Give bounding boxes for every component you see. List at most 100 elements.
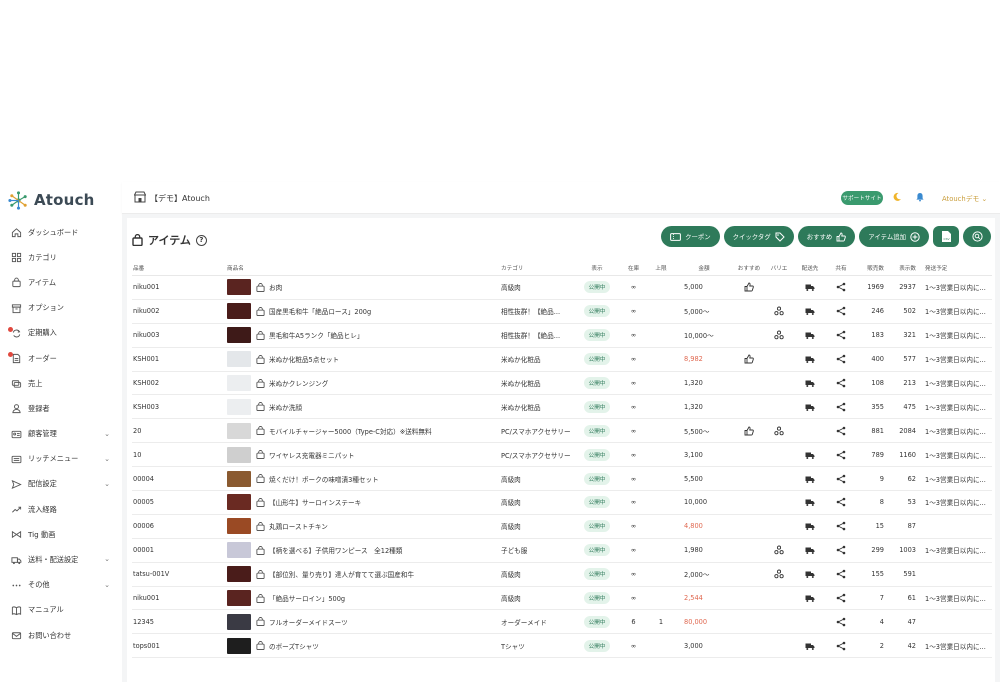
table-row[interactable]: 00001 【柄を選べる】子供用ワンピース 全12種類 子ども服 公開中 ∞ 1… bbox=[132, 539, 992, 563]
truck-icon[interactable] bbox=[805, 497, 815, 507]
header-max[interactable]: 上限 bbox=[648, 264, 674, 272]
item-thumbnail[interactable] bbox=[227, 470, 251, 487]
status-badge[interactable]: 公開中 bbox=[583, 281, 611, 294]
table-row[interactable]: KSH001 米ぬか化粧品5点セット 米ぬか化粧品 公開中 ∞ 8,982 40… bbox=[132, 348, 992, 372]
share-icon[interactable] bbox=[836, 593, 846, 603]
item-thumbnail[interactable] bbox=[227, 327, 251, 344]
status-badge[interactable]: 公開中 bbox=[583, 353, 611, 366]
truck-icon[interactable] bbox=[805, 306, 815, 316]
truck-icon[interactable] bbox=[805, 282, 815, 292]
table-row[interactable]: 12345 フルオーダーメイドスーツ オーダーメイド 公開中 6 1 80,00… bbox=[132, 610, 992, 635]
sidebar-item[interactable]: 登録者 bbox=[0, 396, 122, 421]
table-row[interactable]: 00005 【山形牛】サーロインステーキ 高級肉 公開中 ∞ 10,000 8 … bbox=[132, 491, 992, 515]
variation-icon[interactable] bbox=[774, 330, 784, 340]
help-icon[interactable]: ? bbox=[195, 234, 207, 246]
truck-icon[interactable] bbox=[805, 545, 815, 555]
coupon-button[interactable]: クーポン bbox=[661, 226, 720, 247]
item-name[interactable]: 焼くだけ！ポークの味噌漬3種セット bbox=[269, 474, 379, 484]
item-thumbnail[interactable] bbox=[227, 398, 251, 415]
sidebar-item[interactable]: お問い合わせ bbox=[0, 623, 122, 648]
add-item-button[interactable]: アイテム追加 bbox=[859, 226, 929, 247]
truck-icon[interactable] bbox=[805, 354, 815, 364]
header-shipping[interactable]: 配送先 bbox=[794, 264, 826, 272]
thumbs-up-icon[interactable] bbox=[744, 354, 754, 364]
sidebar-item[interactable]: アイテム bbox=[0, 270, 122, 295]
moon-icon[interactable] bbox=[892, 192, 902, 202]
variation-icon[interactable] bbox=[774, 426, 784, 436]
share-icon[interactable] bbox=[836, 569, 846, 579]
item-name[interactable]: お肉 bbox=[269, 282, 282, 292]
truck-icon[interactable] bbox=[805, 402, 815, 412]
header-recommend[interactable]: おすすめ bbox=[734, 264, 764, 272]
item-thumbnail[interactable] bbox=[227, 566, 251, 583]
share-icon[interactable] bbox=[836, 354, 846, 364]
status-badge[interactable]: 公開中 bbox=[583, 448, 611, 461]
table-row[interactable]: KSH002 米ぬかクレンジング 米ぬか化粧品 公開中 ∞ 1,320 108 … bbox=[132, 372, 992, 396]
share-icon[interactable] bbox=[836, 282, 846, 292]
share-icon[interactable] bbox=[836, 474, 846, 484]
variation-icon[interactable] bbox=[774, 545, 784, 555]
item-thumbnail[interactable] bbox=[227, 590, 251, 607]
header-code[interactable]: 品番 bbox=[132, 264, 227, 272]
item-thumbnail[interactable] bbox=[227, 494, 251, 511]
header-sold[interactable]: 販売数 bbox=[856, 264, 887, 272]
truck-icon[interactable] bbox=[805, 378, 815, 388]
table-row[interactable]: KSH003 米ぬか洗顔 米ぬか化粧品 公開中 ∞ 1,320 355 475 … bbox=[132, 395, 992, 420]
truck-icon[interactable] bbox=[805, 474, 815, 484]
truck-icon[interactable] bbox=[805, 569, 815, 579]
item-name[interactable]: 米ぬか化粧品5点セット bbox=[269, 354, 339, 364]
share-icon[interactable] bbox=[836, 497, 846, 507]
item-name[interactable]: フルオーダーメイドスーツ bbox=[269, 617, 348, 627]
item-name[interactable]: 国産黒毛和牛「絶品ロース」200g bbox=[269, 306, 371, 316]
item-name[interactable]: 【柄を選べる】子供用ワンピース 全12種類 bbox=[269, 545, 402, 555]
sidebar-item[interactable]: 配信設定 ⌄ bbox=[0, 472, 122, 497]
truck-icon[interactable] bbox=[805, 450, 815, 460]
variation-icon[interactable] bbox=[774, 306, 784, 316]
share-icon[interactable] bbox=[836, 450, 846, 460]
thumbs-up-icon[interactable] bbox=[744, 426, 754, 436]
status-badge[interactable]: 公開中 bbox=[583, 424, 611, 437]
share-icon[interactable] bbox=[836, 426, 846, 436]
item-name[interactable]: 米ぬかクレンジング bbox=[269, 378, 328, 388]
item-name[interactable]: のボーズTシャツ bbox=[269, 641, 319, 651]
sidebar-item[interactable]: リッチメニュー ⌄ bbox=[0, 447, 122, 472]
recommend-button[interactable]: おすすめ bbox=[797, 226, 856, 247]
user-menu[interactable]: Atouchデモ ⌄ bbox=[942, 193, 987, 203]
item-name[interactable]: モバイルチャージャー5000（Type-C対応）※送料無料 bbox=[269, 426, 432, 436]
status-badge[interactable]: 公開中 bbox=[583, 329, 611, 342]
share-icon[interactable] bbox=[836, 641, 846, 651]
item-thumbnail[interactable] bbox=[227, 518, 251, 535]
table-row[interactable]: tatsu-001V 【部位別、量り売り】達人が育てて選ぶ国産和牛 高級肉 公開… bbox=[132, 563, 992, 587]
item-thumbnail[interactable] bbox=[227, 351, 251, 368]
sidebar-item[interactable]: 送料・配送設定 ⌄ bbox=[0, 547, 122, 572]
header-category[interactable]: カテゴリ bbox=[501, 264, 575, 272]
item-name[interactable]: 米ぬか洗顔 bbox=[269, 402, 302, 412]
truck-icon[interactable] bbox=[805, 521, 815, 531]
item-thumbnail[interactable] bbox=[227, 446, 251, 463]
status-badge[interactable]: 公開中 bbox=[583, 472, 611, 485]
truck-icon[interactable] bbox=[805, 641, 815, 651]
status-badge[interactable]: 公開中 bbox=[583, 592, 611, 605]
table-row[interactable]: tops001 のボーズTシャツ Tシャツ 公開中 ∞ 3,000 2 42 1… bbox=[132, 634, 992, 659]
sidebar-item[interactable]: オーダー bbox=[0, 346, 122, 371]
item-name[interactable]: 黒毛和牛A5ランク「絶品ヒレ」 bbox=[269, 330, 363, 340]
table-row[interactable]: 00004 焼くだけ！ポークの味噌漬3種セット 高級肉 公開中 ∞ 5,500 … bbox=[132, 467, 992, 492]
table-row[interactable]: niku003 黒毛和牛A5ランク「絶品ヒレ」 相性抜群！【絶品... 公開中 … bbox=[132, 324, 992, 348]
status-badge[interactable]: 公開中 bbox=[583, 400, 611, 413]
header-schedule[interactable]: 発送予定 bbox=[921, 264, 986, 272]
share-icon[interactable] bbox=[836, 545, 846, 555]
item-thumbnail[interactable] bbox=[227, 279, 251, 296]
share-icon[interactable] bbox=[836, 306, 846, 316]
item-thumbnail[interactable] bbox=[227, 637, 251, 654]
sidebar-item[interactable]: ダッシュボード bbox=[0, 220, 122, 245]
status-badge[interactable]: 公開中 bbox=[583, 496, 611, 509]
sidebar-item[interactable]: 定期購入 bbox=[0, 321, 122, 346]
share-icon[interactable] bbox=[836, 617, 846, 627]
status-badge[interactable]: 公開中 bbox=[583, 615, 611, 628]
support-site-button[interactable]: サポートサイト bbox=[841, 191, 883, 205]
search-button[interactable] bbox=[963, 226, 991, 247]
status-badge[interactable]: 公開中 bbox=[583, 377, 611, 389]
status-badge[interactable]: 公開中 bbox=[583, 520, 611, 533]
header-share[interactable]: 共有 bbox=[826, 264, 856, 272]
status-badge[interactable]: 公開中 bbox=[583, 305, 611, 318]
